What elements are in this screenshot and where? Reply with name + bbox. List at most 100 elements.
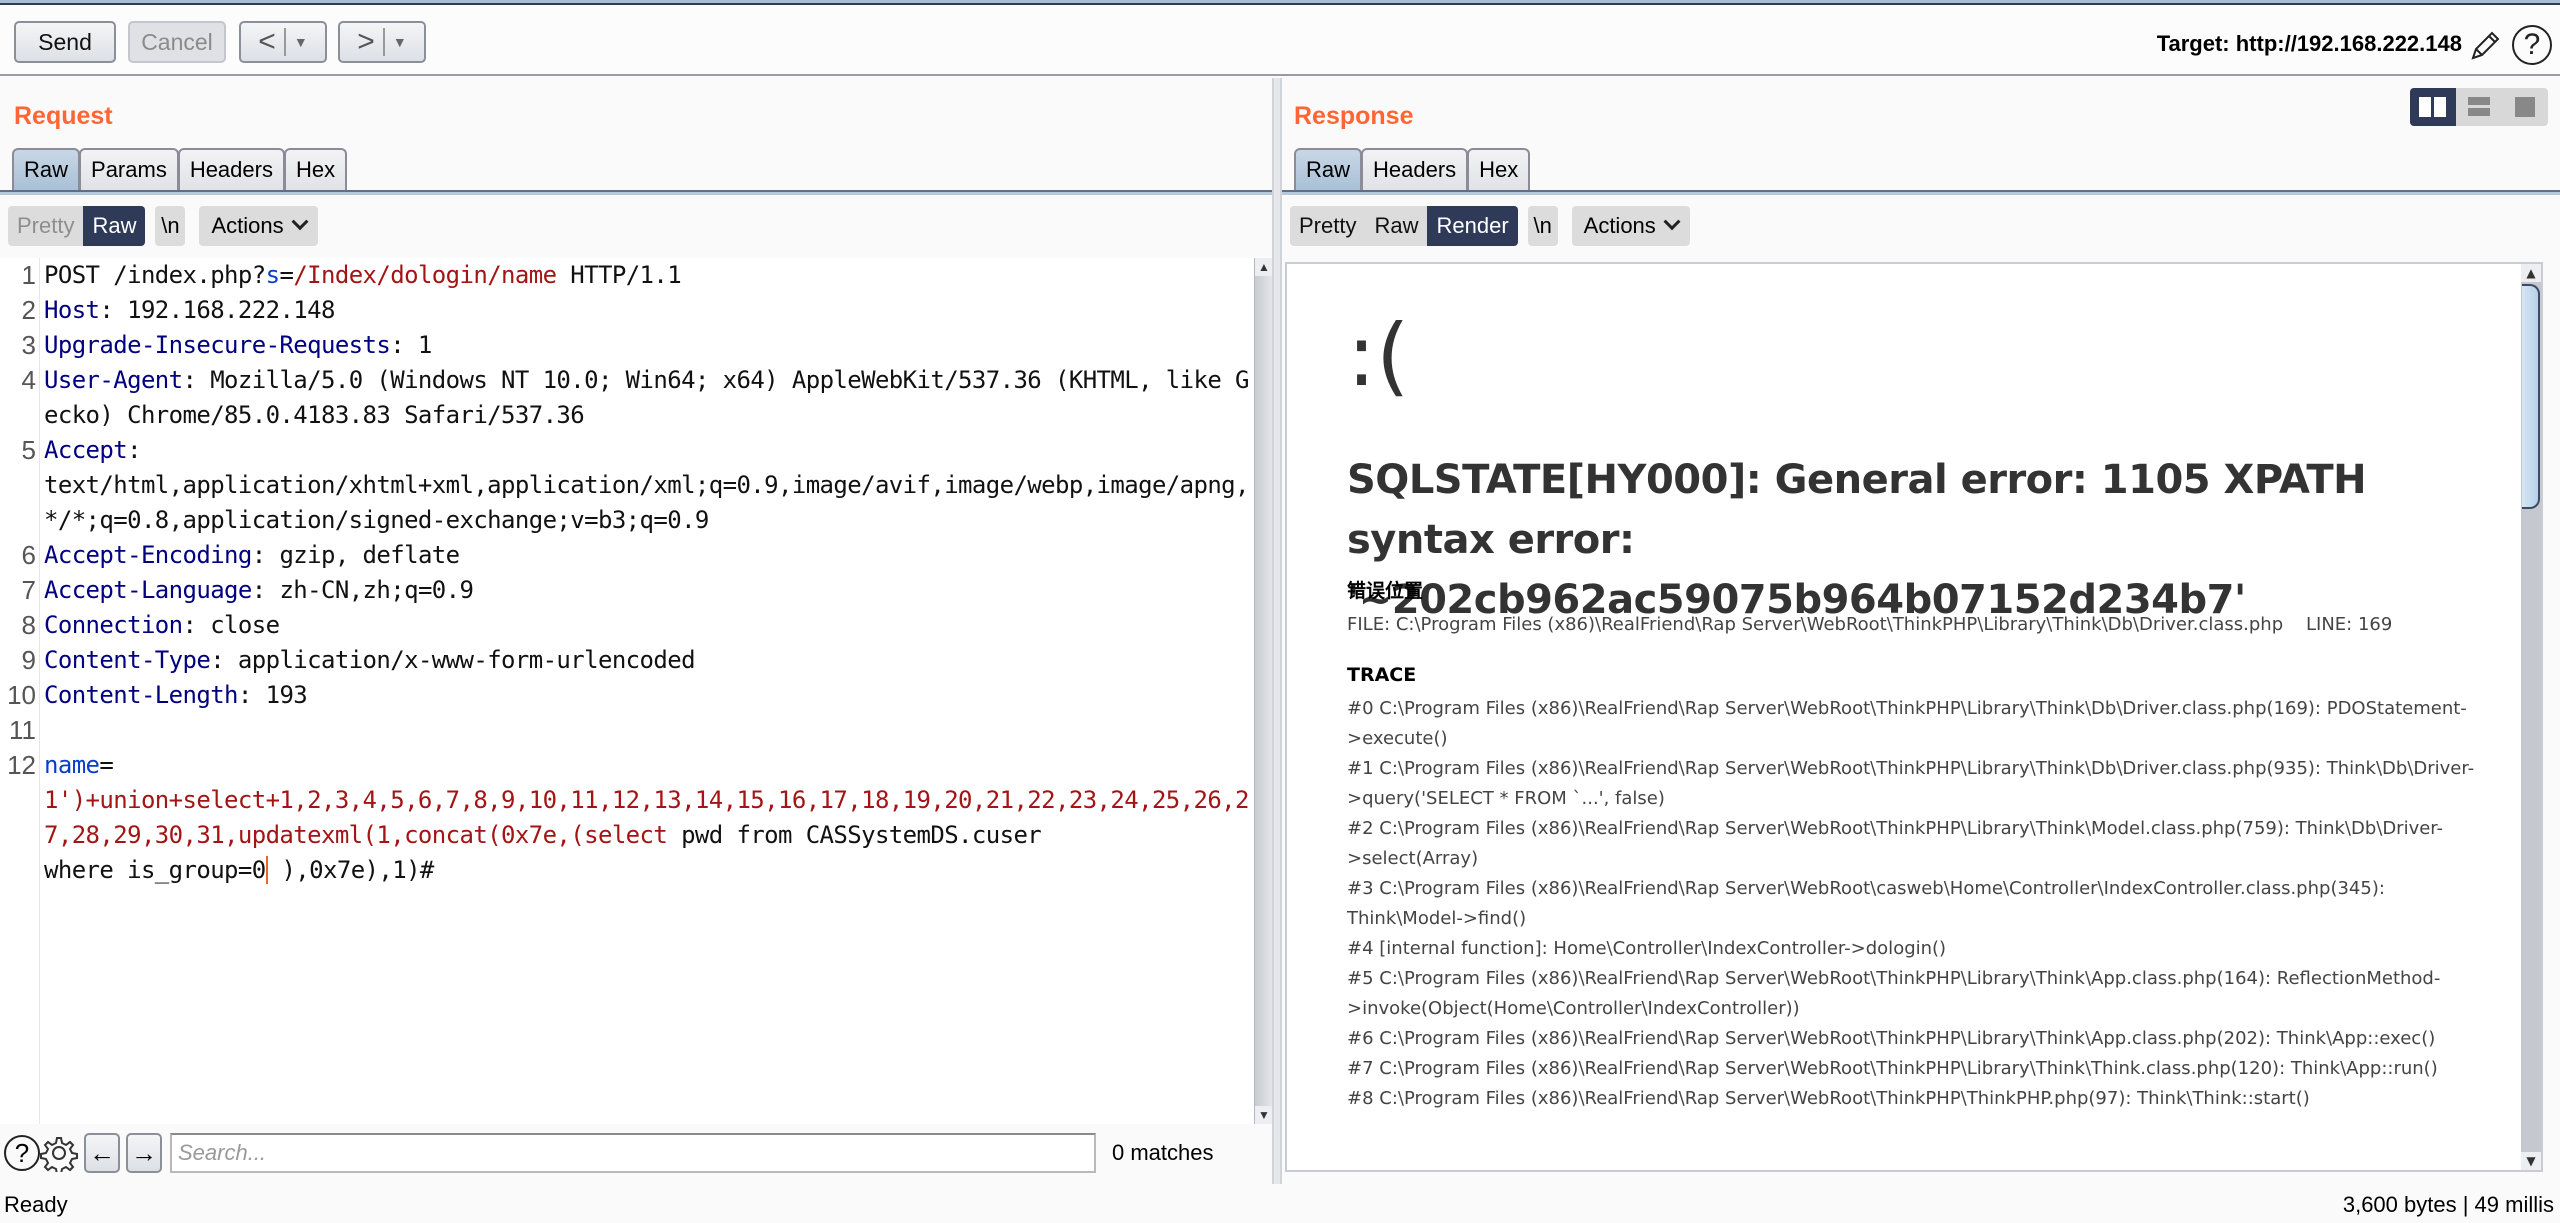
layout-toggle [2410, 88, 2548, 126]
line-text[interactable]: Content-Type: application/x-www-form-url… [40, 643, 1250, 678]
code-token: User-Agent [44, 366, 183, 394]
code-token: : 193 [237, 681, 308, 709]
line-text[interactable]: POST /index.php?s=/Index/dologin/name HT… [40, 258, 1250, 293]
response-actions-menu[interactable]: Actions [1571, 206, 1690, 246]
sad-face: :( [1347, 306, 1410, 406]
code-line[interactable]: 6 Accept-Encoding: gzip, deflate [0, 538, 1250, 573]
response-view-pretty[interactable]: Pretty [1290, 206, 1365, 246]
line-text[interactable]: Host: 192.168.222.148 [40, 293, 1250, 328]
code-line[interactable]: 3 Upgrade-Insecure-Requests: 1 [0, 328, 1250, 363]
scroll-up-icon[interactable]: ▲ [2521, 264, 2541, 282]
line-text[interactable]: Accept-Language: zh-CN,zh;q=0.9 [40, 573, 1250, 608]
response-view-render[interactable]: Render [1427, 206, 1518, 246]
response-scrollbar[interactable]: ▲ ▼ [2521, 264, 2541, 1170]
search-previous-button[interactable]: ← [84, 1133, 120, 1173]
line-number: 7 [21, 575, 36, 605]
response-newline-toggle[interactable]: \n [1527, 206, 1558, 246]
line-text[interactable]: Accept-Encoding: gzip, deflate [40, 538, 1250, 573]
forward-history-button[interactable]: > ▼ [338, 21, 426, 63]
code-line[interactable]: 2 Host: 192.168.222.148 [0, 293, 1250, 328]
target-label: Target: http://192.168.222.148 [2156, 31, 2462, 56]
search-input[interactable] [170, 1133, 1096, 1173]
code-token: : Mozilla/5.0 (Windows NT 10.0; Win64; x… [44, 366, 1249, 429]
code-token: HTTP/1.1 [556, 261, 682, 289]
scrollbar-thumb[interactable] [2522, 284, 2540, 509]
request-view-raw[interactable]: Raw [83, 206, 146, 246]
line-text[interactable]: Accept: text/html,application/xhtml+xml,… [40, 433, 1250, 538]
scroll-down-icon[interactable]: ▼ [2521, 1152, 2541, 1170]
request-tabs: Raw Params Headers Hex [12, 148, 348, 190]
request-view-pretty[interactable]: Pretty [8, 206, 83, 246]
search-next-button[interactable]: → [126, 1133, 162, 1173]
code-token: ),0x7e),1)# [267, 856, 434, 884]
response-tab-raw[interactable]: Raw [1294, 148, 1363, 190]
code-line[interactable]: 10 Content-Length: 193 [0, 678, 1250, 713]
response-tab-hex[interactable]: Hex [1467, 148, 1531, 190]
request-tab-params[interactable]: Params [79, 148, 179, 190]
settings-gear-icon[interactable] [40, 1134, 78, 1172]
code-token: /Index/dologin/name [293, 261, 557, 289]
dropdown-arrow-icon[interactable]: ▼ [393, 34, 407, 50]
status-text: Ready [4, 1192, 68, 1217]
search-match-count: 0 matches [1112, 1140, 1214, 1165]
trace-title: TRACE [1347, 664, 1417, 686]
layout-side-by-side-button[interactable] [2410, 88, 2456, 126]
line-text[interactable]: name= 1')+union+select+1,2,3,4,5,6,7,8,9… [40, 748, 1250, 888]
code-line[interactable]: 11 [0, 713, 1250, 748]
dropdown-arrow-icon[interactable]: ▼ [294, 34, 308, 50]
line-text[interactable]: User-Agent: Mozilla/5.0 (Windows NT 10.0… [40, 363, 1250, 433]
response-view-raw[interactable]: Raw [1365, 206, 1427, 246]
line-number: 4 [21, 365, 36, 395]
code-token: : gzip, deflate [251, 541, 460, 569]
main-toolbar: Send Cancel < ▼ > ▼ Target: http://192.1… [0, 5, 2560, 76]
code-line[interactable]: 1 POST /index.php?s=/Index/dologin/name H… [0, 258, 1250, 293]
cancel-button[interactable]: Cancel [128, 21, 226, 63]
line-number: 12 [7, 750, 36, 780]
pane-splitter[interactable] [1272, 78, 1282, 1184]
code-line[interactable]: 7 Accept-Language: zh-CN,zh;q=0.9 [0, 573, 1250, 608]
back-history-button[interactable]: < ▼ [239, 21, 327, 63]
request-actions-menu[interactable]: Actions [199, 206, 318, 246]
trace-list: #0 C:\Program Files (x86)\RealFriend\Rap… [1347, 694, 2477, 1114]
scroll-down-icon[interactable]: ▼ [1255, 1106, 1272, 1124]
response-tab-headers[interactable]: Headers [1361, 148, 1469, 190]
columns-icon [2419, 97, 2446, 117]
request-tab-raw[interactable]: Raw [12, 148, 81, 190]
scroll-up-icon[interactable]: ▲ [1255, 258, 1272, 276]
code-line[interactable]: 12 name= 1')+union+select+1,2,3,4,5,6,7,8… [0, 748, 1250, 888]
error-heading: SQLSTATE[HY000]: General error: 1105 XPA… [1347, 457, 2367, 623]
code-token: = [279, 261, 294, 289]
status-bar: Ready 3,600 bytes | 49 millis [0, 1184, 2560, 1223]
request-tab-headers[interactable]: Headers [177, 148, 285, 190]
request-title: Request [14, 102, 113, 130]
code-token: Accept-Encoding [44, 541, 252, 569]
send-button[interactable]: Send [14, 21, 116, 63]
code-token: Accept [44, 436, 128, 464]
request-code[interactable]: 1 POST /index.php?s=/Index/dologin/name H… [0, 258, 1250, 888]
code-line[interactable]: 8 Connection: close [0, 608, 1250, 643]
response-title: Response [1294, 102, 1414, 130]
code-line[interactable]: 4 User-Agent: Mozilla/5.0 (Windows NT 10.… [0, 363, 1250, 433]
code-token: : text/html,application/xhtml+xml,applic… [44, 436, 1249, 534]
line-text[interactable]: Upgrade-Insecure-Requests: 1 [40, 328, 1250, 363]
request-scrollbar[interactable]: ▲ ▼ [1254, 258, 1272, 1124]
line-text[interactable] [40, 713, 1250, 748]
code-line[interactable]: 9 Content-Type: application/x-www-form-ur… [0, 643, 1250, 678]
line-text[interactable]: Content-Length: 193 [40, 678, 1250, 713]
layout-stacked-button[interactable] [2456, 88, 2502, 126]
request-pane: Request Raw Params Headers Hex Pretty Ra… [0, 78, 1272, 1184]
layout-single-button[interactable] [2502, 88, 2548, 126]
code-line[interactable]: 5 Accept: text/html,application/xhtml+xml… [0, 433, 1250, 538]
request-view-bar: Pretty Raw \n Actions [8, 206, 318, 246]
response-render-view: :( SQLSTATE[HY000]: General error: 1105 … [1285, 262, 2543, 1172]
request-newline-toggle[interactable]: \n [155, 206, 186, 246]
request-editor[interactable]: 1 POST /index.php?s=/Index/dologin/name H… [0, 258, 1272, 1124]
actions-label: Actions [1583, 213, 1656, 238]
help-icon[interactable]: ? [2512, 25, 2552, 65]
line-text[interactable]: Connection: close [40, 608, 1250, 643]
chevron-left-icon: < [258, 25, 276, 58]
code-token: s [265, 261, 280, 289]
request-tab-hex[interactable]: Hex [283, 148, 348, 190]
help-icon[interactable]: ? [4, 1135, 40, 1171]
edit-target-pencil-icon[interactable] [2468, 29, 2502, 63]
